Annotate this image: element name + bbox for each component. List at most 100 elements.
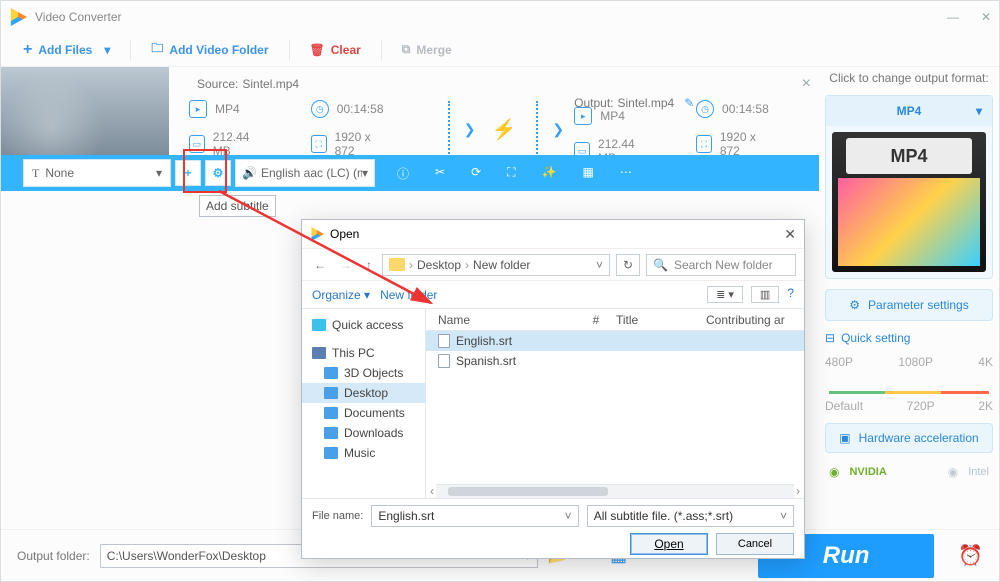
format-name: MP4 (897, 104, 922, 118)
app-window: Video Converter — ✕ + Add Files ▾ 🗀 Add … (0, 0, 1000, 582)
chevron-down-icon[interactable]: ▾ (104, 43, 110, 57)
chip-icon: ▣ (839, 431, 850, 445)
view-mode-button[interactable]: ≣ ▾ (707, 286, 743, 303)
file-icon (438, 354, 450, 368)
separator (289, 40, 290, 60)
nvidia-icon: ◉ (829, 465, 839, 479)
source-filename: Sintel.mp4 (242, 77, 299, 91)
folder-icon (389, 258, 405, 271)
audio-dropdown[interactable]: 🔊 English aac (LC) (mp ▾ (235, 159, 375, 187)
subtitle-icon: T (32, 166, 39, 181)
tree-item[interactable]: Downloads (302, 423, 425, 443)
clock-icon: ◷ (696, 100, 714, 118)
crumb-item[interactable]: Desktop (417, 258, 461, 272)
edit-icon[interactable]: ✎ (684, 96, 694, 110)
tree-item[interactable]: Music (302, 443, 425, 463)
toggle-icon: ⊟ (825, 331, 835, 345)
quality-ticks-top: 480P1080P4K (825, 355, 993, 369)
resolution-icon: ⛶ (696, 135, 712, 153)
chevron-down-icon[interactable]: ˅ (596, 258, 603, 272)
more-icon[interactable]: ⋯ (620, 165, 632, 182)
source-label: Source: (197, 77, 238, 91)
refresh-button[interactable]: ↻ (616, 254, 640, 276)
tree-item[interactable]: Desktop (302, 383, 425, 403)
output-folder-label: Output folder: (17, 549, 90, 563)
nav-fwd-button[interactable]: → (336, 256, 356, 274)
filename-input[interactable]: English.srt˅ (371, 505, 578, 527)
watermark-icon[interactable]: ▦ (583, 165, 594, 182)
tree-item[interactable]: 3D Objects (302, 363, 425, 383)
folder-icon (324, 407, 338, 419)
schedule-icon[interactable]: ⏰ (958, 543, 983, 568)
main-toolbar: + Add Files ▾ 🗀 Add Video Folder 🗑 Clear… (1, 33, 999, 67)
filetype-filter[interactable]: All subtitle file. (*.ass;*.srt)˅ (587, 505, 794, 527)
nav-up-button[interactable]: ↑ (362, 256, 376, 274)
file-list-header[interactable]: Name # Title Contributing ar (426, 309, 804, 331)
tree-this-pc[interactable]: This PC (302, 343, 425, 363)
breadcrumb[interactable]: › Desktop › New folder ˅ (382, 254, 610, 276)
src-resolution: 1920 x 872 (335, 130, 386, 158)
chevron-down-icon: ▾ (976, 104, 982, 118)
format-icon: ▸ (574, 107, 592, 125)
subtitle-dropdown[interactable]: T None ▾ (23, 159, 171, 187)
close-button[interactable]: ✕ (981, 10, 991, 24)
clear-button[interactable]: 🗑 Clear (300, 39, 371, 61)
nvidia-label: NVIDIA (849, 466, 886, 478)
resolution-icon: ⛶ (311, 135, 327, 153)
clear-label: Clear (331, 43, 361, 57)
file-row[interactable]: Spanish.srt (426, 351, 804, 371)
preview-pane-button[interactable]: ▥ (751, 286, 779, 303)
tree-quick-access[interactable]: Quick access (302, 315, 425, 335)
out-format: MP4 (600, 109, 625, 123)
search-input[interactable]: 🔍 Search New folder (646, 254, 796, 276)
app-title: Video Converter (35, 10, 122, 24)
format-header: Click to change output format: (825, 71, 993, 85)
open-button[interactable]: Open (630, 533, 708, 555)
hardware-accel-button[interactable]: ▣ Hardware acceleration (825, 423, 993, 453)
parameter-settings-button[interactable]: ⚙ Parameter settings (825, 289, 993, 321)
search-icon: 🔍 (653, 258, 668, 272)
cancel-button[interactable]: Cancel (716, 533, 794, 555)
quality-ticks-bottom: Default720P2K (825, 399, 993, 413)
remove-file-button[interactable]: × (802, 75, 811, 93)
quality-slider[interactable] (829, 369, 989, 399)
help-button[interactable]: ? (787, 286, 794, 303)
arrow-icon: ❯ (552, 121, 560, 138)
quick-setting-label: ⊟ Quick setting (825, 331, 993, 345)
folder-icon (324, 427, 338, 439)
scroll-right-icon[interactable]: › (796, 484, 800, 498)
crop-icon[interactable]: ⛶ (507, 165, 515, 182)
horizontal-scrollbar[interactable] (436, 484, 794, 498)
param-label: Parameter settings (868, 298, 969, 312)
trash-icon: 🗑 (310, 43, 325, 57)
new-folder-button[interactable]: New folder (380, 288, 437, 302)
speaker-icon: 🔊 (242, 166, 257, 180)
merge-button[interactable]: ⧉ Merge (392, 38, 462, 61)
video-thumbnail[interactable] (1, 67, 169, 155)
add-folder-button[interactable]: 🗀 Add Video Folder (141, 35, 278, 64)
merge-label: Merge (416, 43, 451, 57)
hw-label: Hardware acceleration (859, 431, 979, 445)
file-row[interactable]: English.srt (426, 331, 804, 351)
add-files-label: Add Files (38, 43, 92, 57)
dialog-close-button[interactable]: ✕ (784, 226, 796, 243)
add-files-button[interactable]: + Add Files ▾ (13, 37, 120, 63)
cut-icon[interactable]: ✂ (435, 165, 445, 182)
right-panel: Click to change output format: MP4 ▾ MP4… (825, 71, 993, 523)
tree-item[interactable]: Documents (302, 403, 425, 423)
rotate-icon[interactable]: ⟳ (471, 165, 481, 182)
plus-icon: + (23, 41, 32, 59)
effects-icon[interactable]: ✨ (542, 165, 557, 182)
format-selector[interactable]: MP4 ▾ MP4 (825, 95, 993, 279)
minimize-button[interactable]: — (947, 10, 959, 24)
nav-back-button[interactable]: ← (310, 256, 330, 274)
chevron-down-icon: ▾ (362, 166, 368, 180)
content-area: Source: Sintel.mp4 × ▸MP4 ▭212.44 MB ◷00… (1, 67, 999, 529)
annotation-highlight (183, 149, 227, 193)
scroll-left-icon[interactable]: ‹ (430, 484, 434, 498)
organize-menu[interactable]: Organize ▾ (312, 288, 370, 302)
intel-label: Intel (968, 466, 989, 478)
crumb-item[interactable]: New folder (473, 258, 530, 272)
chevron-down-icon: ▾ (156, 166, 162, 180)
info-icon[interactable]: ⓘ (397, 165, 409, 182)
